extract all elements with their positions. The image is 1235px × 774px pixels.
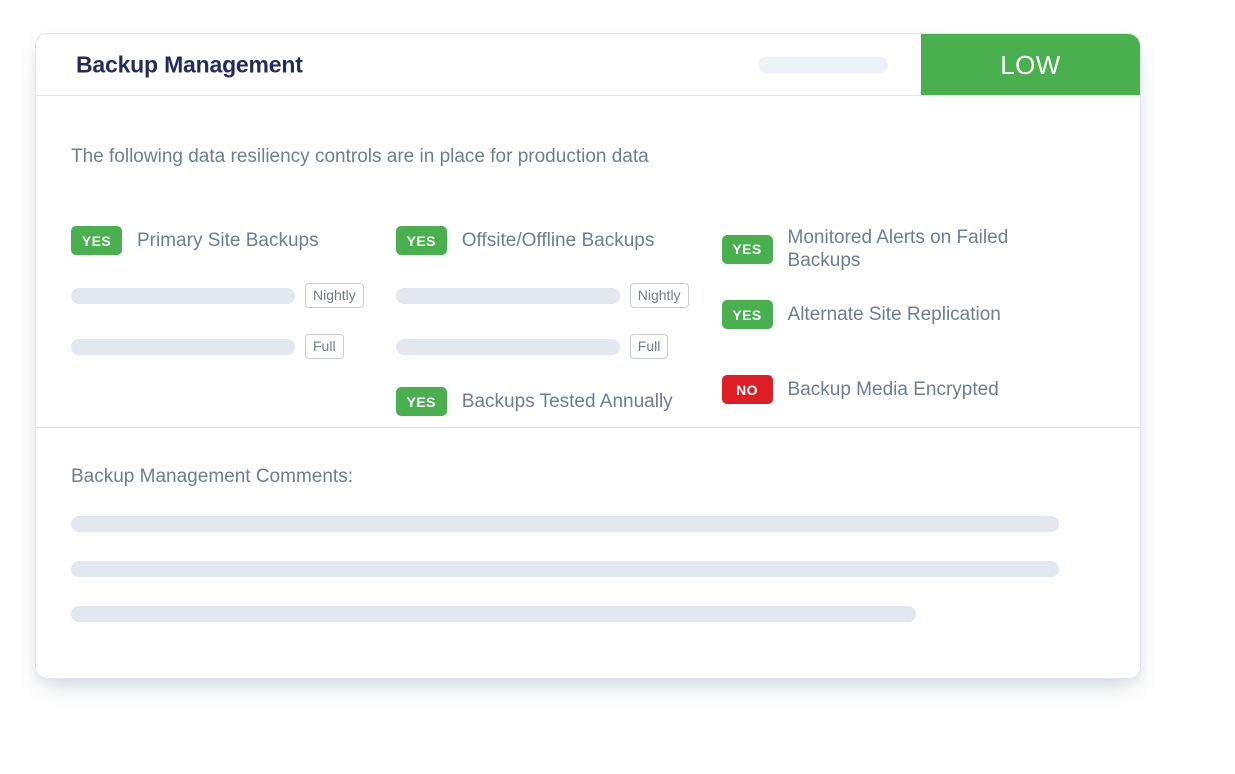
status-badge: YES xyxy=(395,387,447,416)
status-badge: YES xyxy=(71,226,122,255)
control-label: Alternate Site Replication xyxy=(787,304,1001,325)
control-label: Backup Media Encrypted xyxy=(787,379,999,400)
status-badge: YES xyxy=(395,226,447,255)
control-backup-media-encrypted[interactable]: NO Backup Media Encrypted xyxy=(721,375,1120,404)
backup-management-card: Backup Management LOW The following data… xyxy=(35,33,1141,679)
comment-line[interactable] xyxy=(71,561,1059,577)
page-title: Backup Management xyxy=(76,51,303,77)
control-label: Primary Site Backups xyxy=(137,230,319,251)
value-placeholder-bar xyxy=(71,338,295,355)
comments-section: Backup Management Comments: xyxy=(36,428,1140,678)
backup-type-tag: Full xyxy=(305,334,344,359)
severity-badge: LOW xyxy=(921,34,1140,95)
control-offsite-offline-backups[interactable]: YES Offsite/Offline Backups xyxy=(395,226,722,255)
comment-line[interactable] xyxy=(71,606,916,622)
control-backups-tested-annually[interactable]: YES Backups Tested Annually xyxy=(395,387,722,416)
comments-label: Backup Management Comments: xyxy=(71,466,353,487)
backup-type-tag: Full xyxy=(629,334,669,359)
value-placeholder-bar xyxy=(395,338,620,355)
column-primary: YES Primary Site Backups Nightly Full xyxy=(71,226,396,416)
frequency-tag: Nightly xyxy=(629,283,689,308)
body-intro-text: The following data resiliency controls a… xyxy=(71,146,649,167)
page-root: Backup Management LOW The following data… xyxy=(0,0,1235,774)
card-header: Backup Management LOW xyxy=(36,34,1140,96)
control-label: Offsite/Offline Backups xyxy=(461,230,655,251)
value-row-nightly[interactable]: Nightly xyxy=(71,283,396,308)
header-placeholder-pill xyxy=(758,56,888,73)
value-row-full[interactable]: Full xyxy=(395,334,722,359)
control-monitored-alerts-on-failed-backups[interactable]: YES Monitored Alerts on Failed Backups xyxy=(721,226,1120,272)
frequency-tag: Nightly xyxy=(305,283,364,308)
card-body: The following data resiliency controls a… xyxy=(36,96,1140,428)
comment-line[interactable] xyxy=(71,516,1059,532)
value-placeholder-bar xyxy=(71,287,295,304)
status-badge: YES xyxy=(721,234,773,264)
control-label: Monitored Alerts on Failed Backups xyxy=(787,227,1009,271)
value-placeholder-bar xyxy=(395,287,620,304)
status-badge: NO xyxy=(721,375,773,404)
column-monitoring: YES Monitored Alerts on Failed Backups Y… xyxy=(721,226,1120,416)
value-row-nightly[interactable]: Nightly xyxy=(395,283,722,308)
control-alternate-site-replication[interactable]: YES Alternate Site Replication xyxy=(721,300,1120,329)
control-label: Backups Tested Annually xyxy=(461,391,673,412)
value-row-full[interactable]: Full xyxy=(71,334,396,359)
status-badge: YES xyxy=(721,300,773,329)
column-offsite: YES Offsite/Offline Backups Nightly Full… xyxy=(395,226,722,416)
control-primary-site-backups[interactable]: YES Primary Site Backups xyxy=(71,226,396,255)
controls-grid: YES Primary Site Backups Nightly Full YE… xyxy=(71,226,1120,416)
